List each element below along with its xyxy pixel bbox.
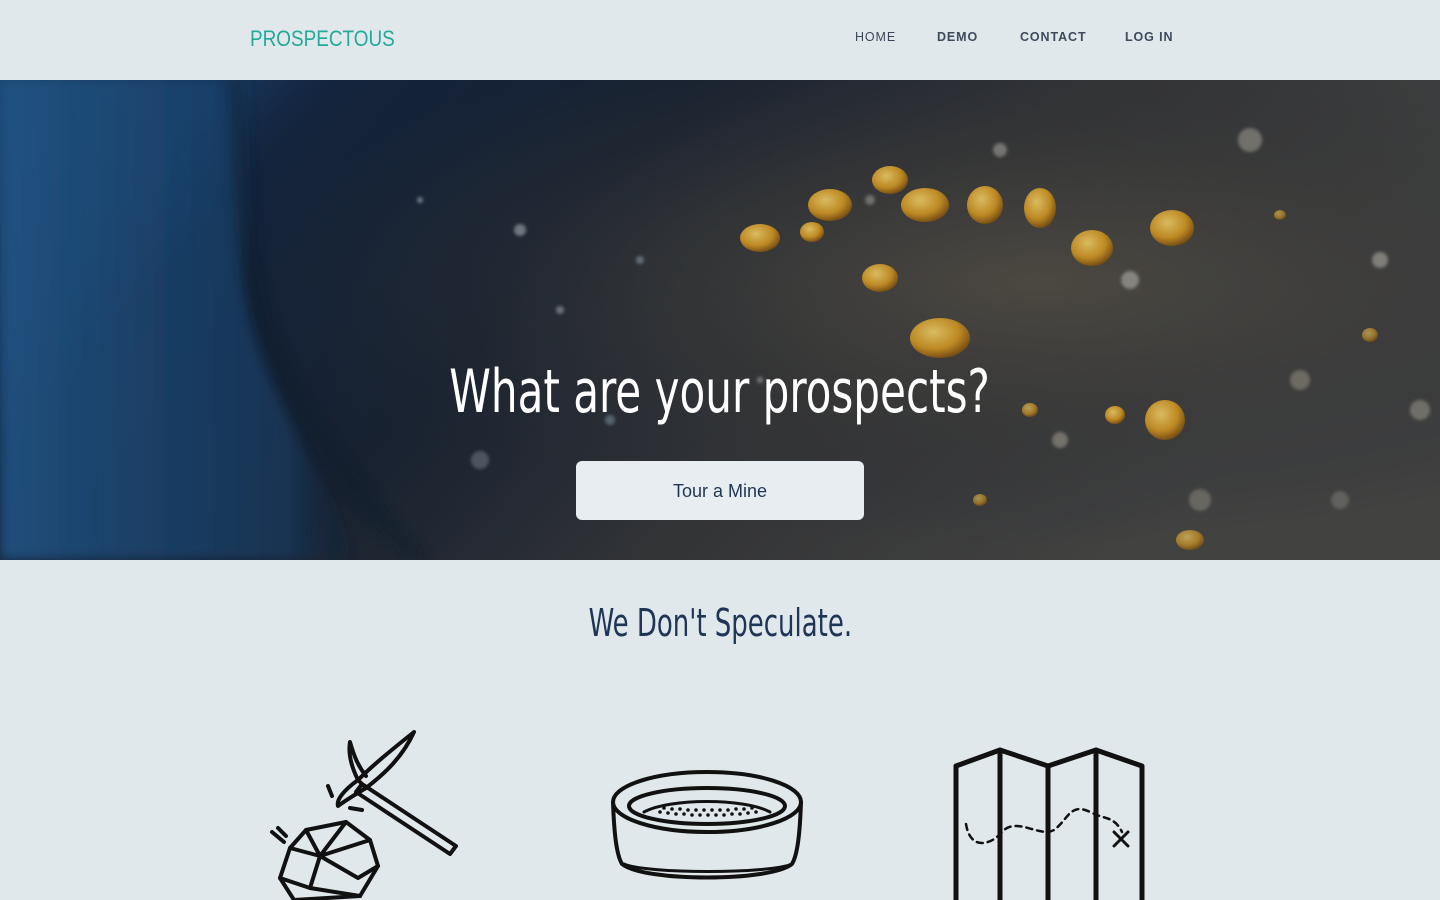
tour-a-mine-button[interactable]: Tour a Mine [576, 461, 864, 520]
pickaxe-rock-icon [266, 728, 466, 900]
hero-heading-text: What are your prospects? [449, 357, 991, 427]
nav-link-contact[interactable]: CONTACT [1020, 29, 1086, 45]
section-heading: We Don't Speculate. [0, 596, 1440, 650]
section-heading-text: We Don't Speculate. [588, 601, 852, 645]
hero-heading: What are your prospects? [0, 352, 1440, 432]
gold-pan-icon [610, 768, 804, 886]
nav-link-log-in[interactable]: LOG IN [1125, 29, 1173, 45]
nav-link-home[interactable]: HOME [855, 29, 896, 45]
hero-banner: What are your prospects? Tour a Mine [0, 80, 1440, 560]
top-navigation: PROSPECTOUS HOME DEMO CONTACT LOG IN [0, 0, 1440, 80]
nav-link-demo[interactable]: DEMO [937, 29, 978, 45]
treasure-map-icon [950, 746, 1148, 900]
nav-links: HOME DEMO CONTACT LOG IN [0, 29, 1440, 49]
